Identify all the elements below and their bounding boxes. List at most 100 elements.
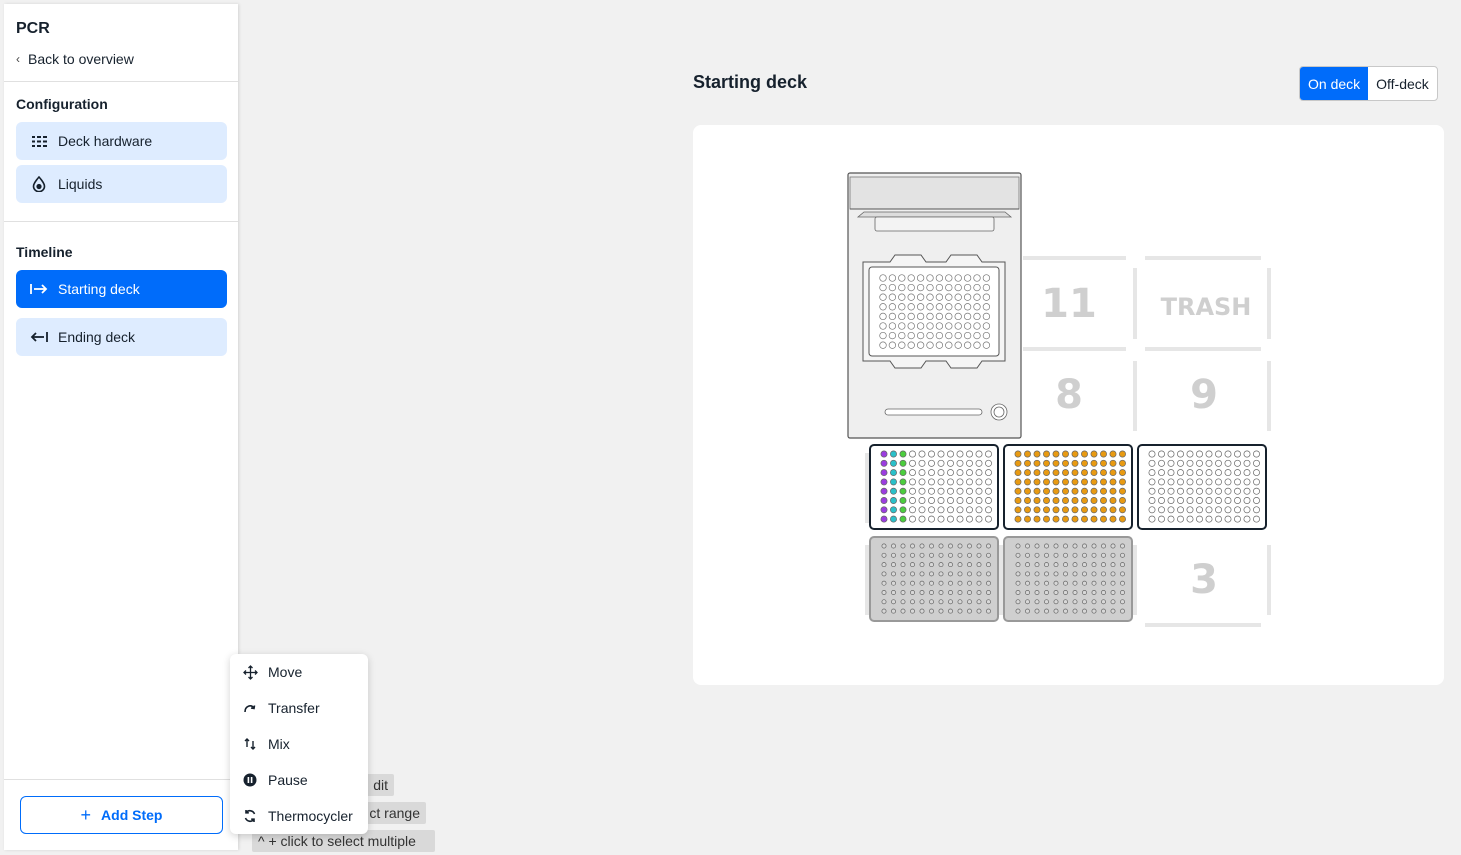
well [1224,497,1232,504]
well [1025,543,1030,549]
back-to-overview-link[interactable]: ‹ Back to overview [16,51,134,67]
well [1167,487,1175,495]
well [1071,506,1079,514]
tiprack-slot-2[interactable] [1003,536,1133,622]
well [899,487,907,495]
well [890,487,897,495]
well [1148,478,1156,486]
well [916,303,925,311]
on-deck-tab[interactable]: On deck [1300,67,1369,100]
well [948,608,953,614]
menu-item-transfer[interactable]: Transfer [230,690,368,726]
well [1253,478,1260,486]
well [1090,497,1098,504]
well [945,341,953,349]
well [1015,562,1021,568]
well [973,303,981,311]
liquids-button[interactable]: Liquids [16,165,227,203]
well [928,506,935,514]
plate-slot-6[interactable] [1137,444,1267,530]
well [967,599,972,605]
well [982,341,991,349]
deck-hardware-button[interactable]: Deck hardware [16,122,227,160]
well [898,331,906,340]
well [1119,459,1126,467]
well [1119,515,1126,523]
tiprack-slot-1[interactable] [869,536,999,622]
well [926,303,934,311]
well [926,274,934,282]
well [918,506,926,514]
well [1205,478,1213,486]
well [1196,487,1203,495]
well [1177,450,1184,458]
mix-icon [242,737,258,751]
plate-slot-5[interactable] [1003,444,1133,530]
well [1205,450,1213,458]
well [1062,469,1069,477]
plate-slot-4[interactable] [869,444,999,530]
well [947,469,954,477]
well [986,608,991,614]
well [1053,590,1059,595]
menu-item-mix[interactable]: Mix [230,726,368,762]
well [1043,478,1050,486]
well [1091,599,1097,605]
well [881,608,887,614]
well [1044,599,1049,605]
well [1167,515,1175,523]
well [1090,450,1098,458]
well [898,341,906,349]
well [967,580,972,586]
well [1158,459,1165,467]
well [918,515,926,523]
well [1101,599,1106,605]
off-deck-tab[interactable]: Off-deck [1368,67,1437,100]
well [919,552,925,558]
well [1101,552,1106,558]
well [954,322,962,330]
well [1243,487,1251,495]
well [916,274,925,282]
back-link-label: Back to overview [28,51,134,67]
thermocycler-module[interactable] [847,172,1022,439]
well [963,322,972,330]
hint-select-multiple-text: ^ + click to select multiple [258,833,416,849]
well [1034,562,1040,568]
well [1072,543,1078,549]
ending-deck-button[interactable]: Ending deck [16,318,227,356]
well [963,274,972,282]
well [1243,506,1251,514]
ending-deck-label: Ending deck [58,329,136,345]
well [973,341,981,349]
well [1101,543,1106,549]
well [954,341,962,349]
well [1101,580,1106,586]
well [1109,469,1117,477]
well [1052,469,1060,477]
starting-deck-label: Starting deck [58,281,140,297]
well [1109,450,1117,458]
well [963,293,972,301]
well [1148,487,1156,495]
add-step-button[interactable]: + Add Step [20,796,223,834]
well [966,506,973,514]
well [1224,506,1232,514]
well [1243,450,1251,458]
well [1025,552,1030,558]
well [963,331,972,340]
well [1091,552,1097,558]
well [919,562,925,568]
well [1196,478,1203,486]
starting-deck-button[interactable]: Starting deck [16,270,227,308]
menu-item-thermocycler[interactable]: Thermocycler [230,798,368,834]
well [918,497,926,504]
menu-item-move[interactable]: Move [230,654,368,690]
well [899,459,907,467]
well [935,274,944,282]
menu-item-pause[interactable]: Pause [230,762,368,798]
well [881,571,887,577]
well [1014,469,1022,477]
well [1081,459,1088,467]
well [1205,487,1213,495]
